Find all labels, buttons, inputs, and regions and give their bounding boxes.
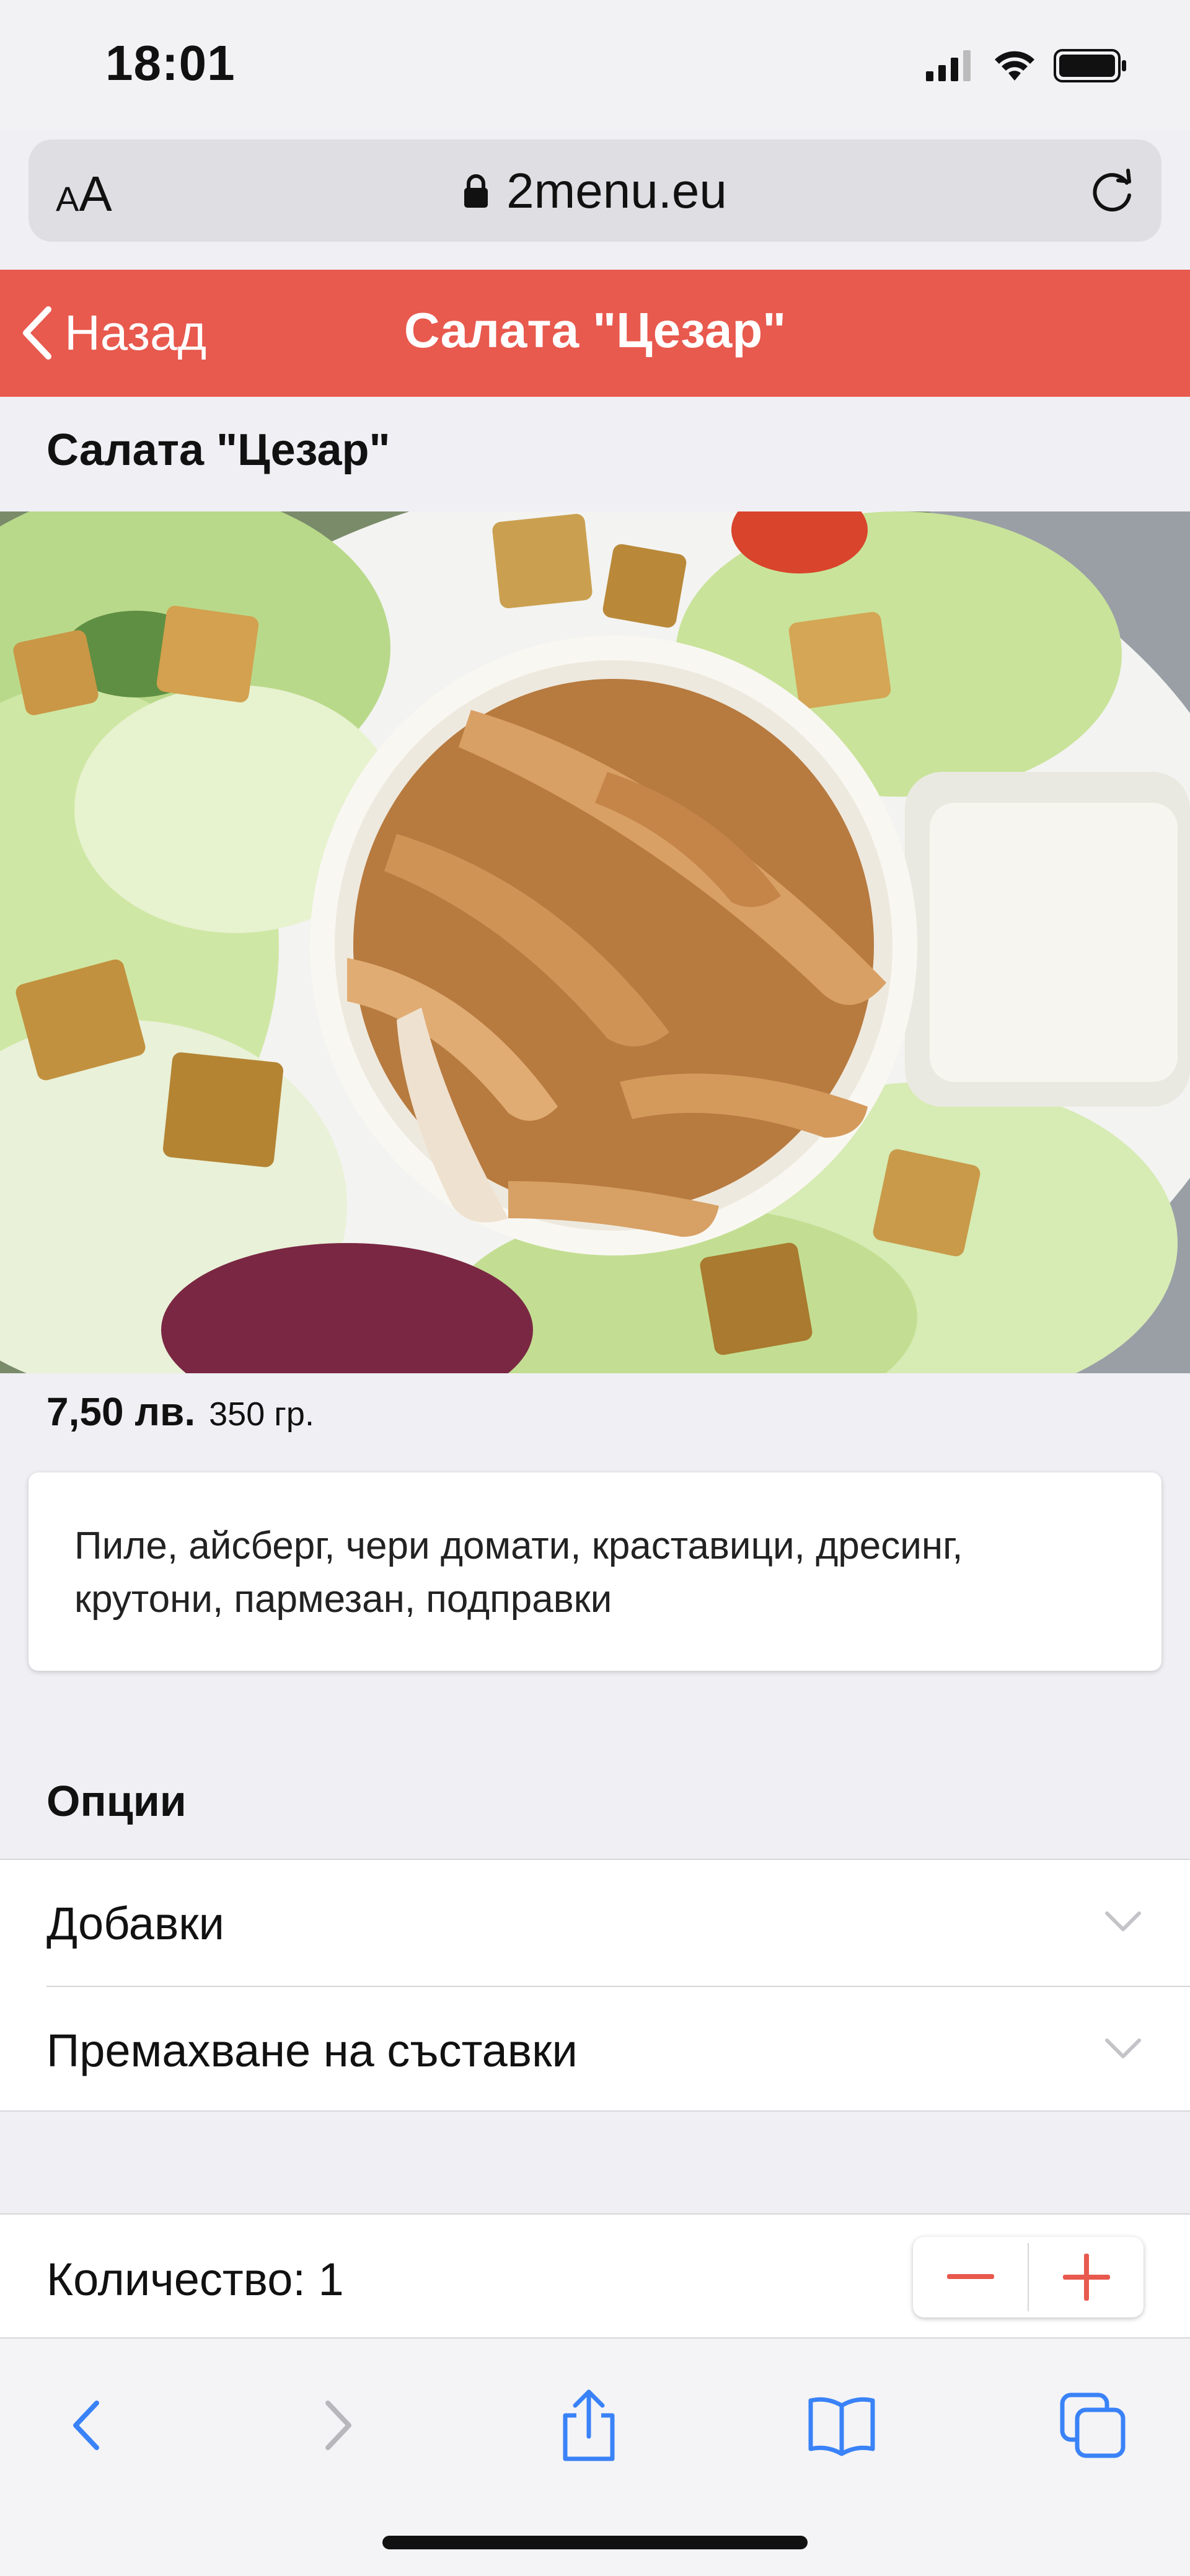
reload-icon[interactable]	[1086, 164, 1138, 216]
page-title: Салата "Цезар"	[403, 303, 787, 358]
quantity-bar: Количество: 1	[0, 2213, 1190, 2337]
options-list: Добавки Премахване на съставки	[0, 1859, 1190, 2112]
status-icons	[926, 47, 1128, 84]
increment-button[interactable]	[1029, 2237, 1144, 2317]
plus-icon	[1062, 2254, 1110, 2301]
status-time: 18:01	[105, 35, 236, 91]
options-heading: Опции	[46, 1777, 187, 1825]
tabs-button[interactable]	[1043, 2376, 1142, 2475]
option-row-additions[interactable]: Добавки	[0, 1860, 1190, 1987]
option-label: Добавки	[46, 1898, 224, 1949]
option-row-remove-ingredients[interactable]: Премахване на съставки	[0, 1987, 1190, 2113]
status-bar: 18:01	[0, 0, 1190, 130]
description-text: Пиле, айсберг, чери домати, краставици, …	[74, 1525, 963, 1621]
tabs-icon	[1060, 2392, 1126, 2458]
back-arrow-button[interactable]	[37, 2376, 136, 2475]
forward-arrow-icon	[325, 2401, 351, 2450]
minus-icon	[946, 2274, 994, 2279]
option-label: Премахване на съставки	[46, 2025, 578, 2076]
price: 7,50 лв.	[46, 1389, 196, 1434]
chevron-down-icon	[1105, 2038, 1141, 2058]
quantity-label: Количество: 1	[46, 2254, 344, 2305]
url-text: 2menu.eu	[506, 163, 727, 218]
price-row: 7,50 лв. 350 гр.	[46, 1389, 314, 1435]
signal-icon	[926, 50, 971, 81]
battery-icon	[1054, 49, 1126, 82]
bookmarks-button[interactable]	[792, 2376, 891, 2475]
weight: 350 гр.	[209, 1396, 314, 1433]
lock-icon	[464, 174, 488, 208]
navigation-bar: Назад Салата "Цезар"	[0, 270, 1190, 397]
home-indicator[interactable]	[382, 2536, 808, 2549]
back-arrow-icon	[73, 2401, 99, 2450]
product-name: Салата "Цезар"	[46, 425, 390, 475]
forward-arrow-button[interactable]	[288, 2376, 387, 2475]
share-button[interactable]	[539, 2376, 638, 2475]
address-bar[interactable]: AA 2menu.eu	[29, 139, 1161, 242]
chevron-down-icon	[1105, 1911, 1141, 1931]
wifi-icon	[995, 51, 1034, 81]
quantity-stepper[interactable]	[913, 2237, 1144, 2317]
product-photo	[0, 511, 1190, 1373]
url-display[interactable]: 2menu.eu	[29, 163, 1161, 219]
share-icon	[563, 2389, 615, 2461]
decrement-button[interactable]	[913, 2237, 1028, 2317]
bookmarks-icon	[808, 2397, 875, 2456]
description-card: Пиле, айсберг, чери домати, краставици, …	[29, 1472, 1161, 1671]
